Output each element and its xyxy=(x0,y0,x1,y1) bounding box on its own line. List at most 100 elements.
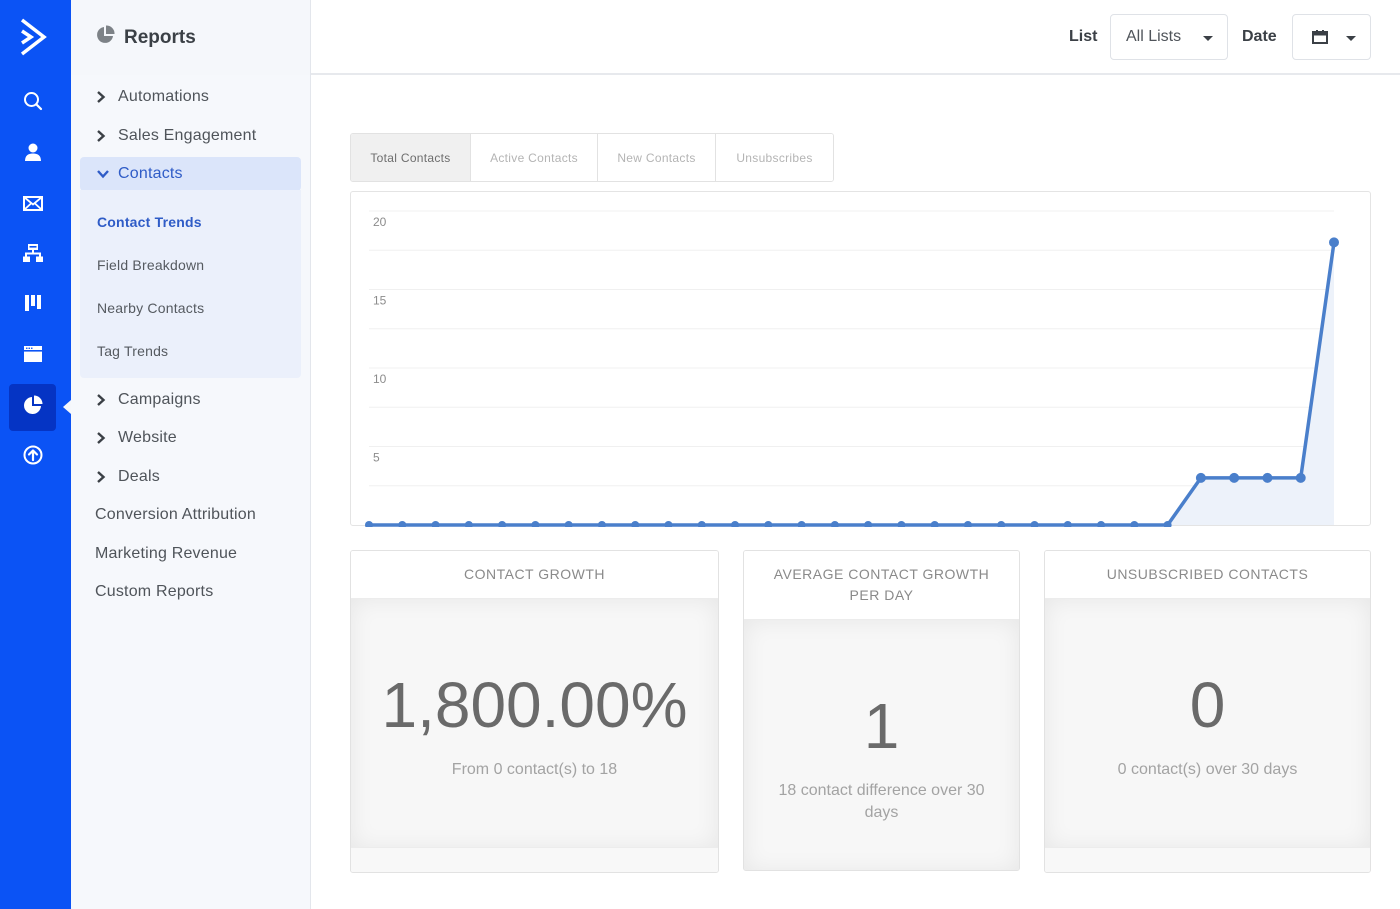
date-select[interactable] xyxy=(1292,14,1371,60)
rail-campaigns[interactable] xyxy=(9,182,56,229)
sidebar-item-label: Sales Engagement xyxy=(118,127,257,144)
chevron-right-icon xyxy=(96,431,110,445)
data-point[interactable] xyxy=(431,521,440,527)
tab-new-contacts[interactable]: New Contacts xyxy=(598,134,716,181)
filter-bar: List All Lists Date xyxy=(311,0,1400,75)
chevron-right-icon xyxy=(96,393,110,407)
card-body: 1,800.00% From 0 contact(s) to 18 xyxy=(351,599,718,849)
reports-sidebar: Reports Automations Sales Engagement Con… xyxy=(71,0,311,909)
data-point[interactable] xyxy=(531,521,540,527)
upgrade-icon xyxy=(22,444,44,471)
sidebar-item-label: Campaigns xyxy=(118,391,201,408)
submenu-item-field-breakdown[interactable]: Field Breakdown xyxy=(97,257,204,273)
data-point[interactable] xyxy=(897,521,906,527)
sidebar-header: Reports xyxy=(71,0,310,75)
sidebar-item-marketing-revenue[interactable]: Marketing Revenue xyxy=(80,537,301,571)
chart-svg: 5 10 15 20 xyxy=(365,210,1339,527)
rail-upgrade[interactable] xyxy=(9,434,56,481)
card-value: 1,800.00% xyxy=(381,669,688,741)
data-point[interactable] xyxy=(1295,472,1306,483)
card-value: 0 xyxy=(1189,669,1226,741)
submenu-item-contact-trends[interactable]: Contact Trends xyxy=(97,214,202,230)
sidebar-item-sales-engagement[interactable]: Sales Engagement xyxy=(80,119,301,153)
chevron-right-icon xyxy=(96,90,110,104)
data-point[interactable] xyxy=(597,521,606,527)
data-point[interactable] xyxy=(930,521,939,527)
activecampaign-logo-icon[interactable] xyxy=(14,16,54,58)
rail-search[interactable] xyxy=(9,80,56,127)
website-icon xyxy=(22,343,44,370)
data-point[interactable] xyxy=(764,521,773,527)
active-pointer xyxy=(63,400,71,414)
sidebar-item-custom-reports[interactable]: Custom Reports xyxy=(80,575,301,609)
sidebar-item-automations[interactable]: Automations xyxy=(80,80,301,114)
series-points xyxy=(365,237,1339,527)
sidebar-item-website[interactable]: Website xyxy=(80,421,301,455)
card-subtitle: 18 contact difference over 30 days xyxy=(778,782,985,821)
sidebar-item-campaigns[interactable]: Campaigns xyxy=(80,383,301,417)
y-tick-label: 20 xyxy=(373,215,387,229)
caret-down-icon xyxy=(1346,36,1356,41)
data-point[interactable] xyxy=(1229,472,1240,483)
card-value: 1 xyxy=(863,690,900,762)
data-point[interactable] xyxy=(464,521,473,527)
data-point[interactable] xyxy=(963,521,972,527)
card-footer xyxy=(1045,847,1370,872)
data-point[interactable] xyxy=(1030,521,1039,527)
list-select[interactable]: All Lists xyxy=(1110,14,1228,60)
submenu-item-nearby-contacts[interactable]: Nearby Contacts xyxy=(97,300,204,316)
card-subtitle: 0 contact(s) over 30 days xyxy=(1117,761,1298,778)
data-point[interactable] xyxy=(731,521,740,527)
app-root: Reports Automations Sales Engagement Con… xyxy=(0,0,1400,909)
rail-website[interactable] xyxy=(9,333,56,380)
sidebar-item-contacts[interactable]: Contacts xyxy=(80,157,301,191)
calendar-icon xyxy=(1312,29,1328,50)
rail-automations[interactable] xyxy=(9,232,56,279)
data-point[interactable] xyxy=(1097,521,1106,527)
stat-card-unsubscribed: UNSUBSCRIBED CONTACTS 0 0 contact(s) ove… xyxy=(1044,550,1371,873)
series-area xyxy=(369,242,1334,525)
card-title: CONTACT GROWTH xyxy=(351,551,718,599)
chevron-down-icon xyxy=(96,169,110,179)
chevron-right-icon xyxy=(96,470,110,484)
caret-down-icon xyxy=(1203,36,1213,41)
data-point[interactable] xyxy=(797,521,806,527)
data-point[interactable] xyxy=(997,521,1006,527)
data-point[interactable] xyxy=(1329,237,1339,248)
data-point[interactable] xyxy=(830,521,839,527)
sidebar-item-label: Deals xyxy=(118,468,160,485)
rail-deals[interactable] xyxy=(9,282,56,329)
card-footer xyxy=(351,847,718,872)
rail-reports[interactable] xyxy=(9,384,56,431)
data-point[interactable] xyxy=(631,521,640,527)
reports-icon xyxy=(22,394,44,421)
data-point[interactable] xyxy=(1262,472,1273,483)
data-point[interactable] xyxy=(1195,472,1206,483)
data-point[interactable] xyxy=(664,521,673,527)
grid-layer xyxy=(369,210,1334,487)
data-point[interactable] xyxy=(365,521,373,527)
tab-active-contacts[interactable]: Active Contacts xyxy=(471,134,598,181)
data-point[interactable] xyxy=(697,521,706,527)
metric-tabs: Total Contacts Active Contacts New Conta… xyxy=(350,133,834,182)
contacts-submenu: Contact Trends Field Breakdown Nearby Co… xyxy=(80,190,301,378)
data-point[interactable] xyxy=(398,521,407,527)
tab-unsubscribes[interactable]: Unsubscribes xyxy=(716,134,833,181)
data-point[interactable] xyxy=(864,521,873,527)
rail-contacts[interactable] xyxy=(9,131,56,178)
tab-total-contacts[interactable]: Total Contacts xyxy=(351,134,471,181)
card-body: 0 0 contact(s) over 30 days xyxy=(1045,599,1370,849)
data-point[interactable] xyxy=(564,521,573,527)
sidebar-item-deals[interactable]: Deals xyxy=(80,460,301,494)
submenu-item-tag-trends[interactable]: Tag Trends xyxy=(97,343,168,359)
data-point[interactable] xyxy=(498,521,507,527)
data-point[interactable] xyxy=(1130,521,1139,527)
y-tick-label: 10 xyxy=(373,372,387,386)
series-line xyxy=(369,242,1336,527)
data-point[interactable] xyxy=(1063,521,1072,527)
sidebar-item-conversion-attribution[interactable]: Conversion Attribution xyxy=(80,498,301,532)
chevron-right-icon xyxy=(96,129,110,143)
date-label: Date xyxy=(1242,28,1277,45)
list-label: List xyxy=(1069,28,1098,45)
contacts-trend-chart: 5 10 15 20 xyxy=(350,191,1371,527)
